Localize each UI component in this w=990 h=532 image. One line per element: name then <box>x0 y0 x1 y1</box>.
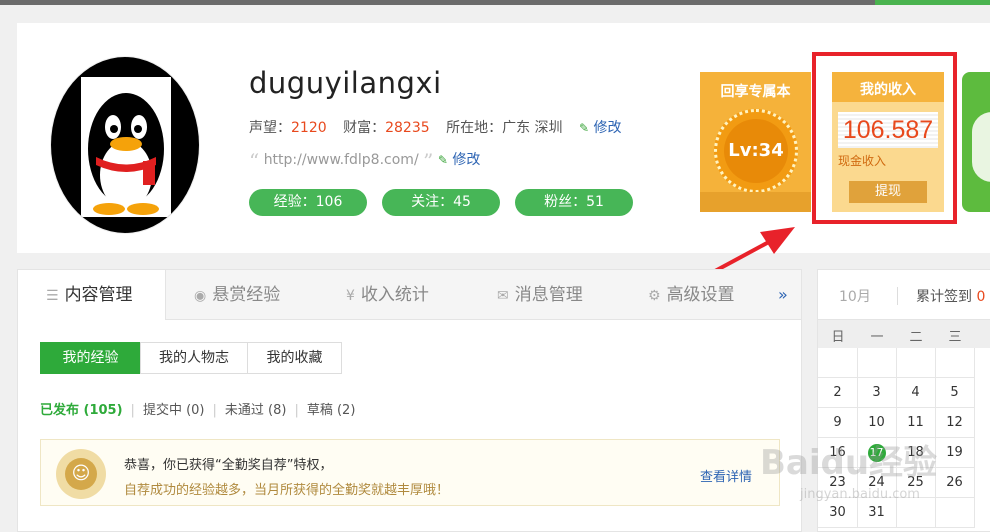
signin-total-label: 累计签到 <box>916 289 972 305</box>
level-card-title: 回享专属本 <box>720 84 791 100</box>
tab-label: 悬赏经验 <box>212 285 281 305</box>
list-icon: ☰ <box>46 288 59 304</box>
baidu-watermark: Baidu经验 <box>760 443 938 483</box>
experience-pill[interactable]: 经验：106 <box>249 189 367 216</box>
calendar-day[interactable]: 26 <box>935 468 975 498</box>
location-label: 所在地： <box>446 120 503 136</box>
person-cheer-icon: ☺ <box>65 458 97 490</box>
award-icon: ☺ <box>56 449 106 499</box>
calendar-day[interactable]: 4 <box>896 378 936 408</box>
calendar-day[interactable]: 31 <box>857 498 897 528</box>
username: duguyilangxi <box>249 66 442 100</box>
calendar-day <box>857 348 897 378</box>
level-value: Lv:34 <box>724 119 788 183</box>
income-label: 现金收入 <box>838 154 887 168</box>
tab-bounty[interactable]: ◉ 悬赏经验 <box>194 270 280 320</box>
tab-advanced-settings[interactable]: ⚙ 高级设置 <box>648 270 735 320</box>
calendar-day[interactable]: 10 <box>857 408 897 438</box>
top-bar <box>0 0 990 5</box>
calendar-header: 10月 累计签到 0 <box>818 270 990 320</box>
followers-pill[interactable]: 粉丝：51 <box>515 189 633 216</box>
calendar-day <box>896 348 936 378</box>
coin-icon: ◉ <box>194 288 207 304</box>
income-card-title: 我的收入 <box>832 72 944 102</box>
subtab-my-experience[interactable]: 我的经验 <box>40 342 141 374</box>
calendar-day[interactable]: 2 <box>818 378 858 408</box>
subtab-my-favorites[interactable]: 我的收藏 <box>247 342 342 374</box>
watermark-url: jingyan.baidu.com <box>800 487 920 502</box>
calendar-day <box>896 498 936 528</box>
partial-green-card[interactable] <box>962 72 990 212</box>
open-quote-icon: “ <box>249 149 260 173</box>
penguin-avatar-icon <box>51 57 199 233</box>
notice-subtitle: 自荐成功的经验越多，当月所获得的全勤奖就越丰厚哦！ <box>124 483 450 498</box>
content-panel: ☰ 内容管理 ◉ 悬赏经验 ¥ 收入统计 ✉ 消息管理 ⚙ 高级设置 » 我的经验 我的人… <box>17 269 802 532</box>
weekday-label: 日 <box>831 330 845 345</box>
green-card-badge <box>972 112 990 182</box>
wealth-value: 28235 <box>385 120 430 136</box>
calendar-day <box>818 348 858 378</box>
signin-total-value: 0 <box>976 289 986 305</box>
tab-messages[interactable]: ✉ 消息管理 <box>497 270 583 320</box>
profile-stats: 声望：2120 财富：28235 所在地：广东 深圳 ✎ 修改 <box>249 117 622 137</box>
filter-submitting[interactable]: 提交中 (0) <box>143 403 205 418</box>
calendar-month[interactable]: 10月 <box>839 286 871 306</box>
tab-income-stats[interactable]: ¥ 收入统计 <box>346 270 429 320</box>
calendar-day[interactable]: 5 <box>935 378 975 408</box>
calendar-day[interactable]: 3 <box>857 378 897 408</box>
notice-box: ☺ 恭喜，你已获得“全勤奖自荐”特权， 自荐成功的经验越多，当月所获得的全勤奖就… <box>40 439 780 506</box>
income-card: 我的收入 106.587 现金收入 提现 <box>832 72 944 212</box>
tab-content-management[interactable]: ☰ 内容管理 <box>18 270 166 320</box>
tab-label: 消息管理 <box>514 285 583 305</box>
filter-published[interactable]: 已发布 (105) <box>40 403 123 418</box>
calendar-day <box>935 498 975 528</box>
calendar-day[interactable]: 9 <box>818 408 858 438</box>
calendar-day[interactable]: 12 <box>935 408 975 438</box>
yen-icon: ¥ <box>346 288 355 304</box>
pencil-icon: ✎ <box>437 153 448 167</box>
reputation-value: 2120 <box>291 120 327 136</box>
wealth-label: 财富： <box>343 120 386 136</box>
tab-label: 高级设置 <box>666 285 735 305</box>
filter-rejected[interactable]: 未通过 (8) <box>225 403 287 418</box>
tab-bar: ☰ 内容管理 ◉ 悬赏经验 ¥ 收入统计 ✉ 消息管理 ⚙ 高级设置 » <box>18 270 801 320</box>
top-bar-accent <box>875 0 990 5</box>
income-amount: 106.587 <box>838 112 938 148</box>
view-details-link[interactable]: 查看详情 <box>700 466 752 485</box>
tab-label: 收入统计 <box>360 285 429 305</box>
weekday-label: 三 <box>948 330 962 345</box>
calendar-day[interactable]: 11 <box>896 408 936 438</box>
profile-url-line: “ http://www.fdlp8.com/ ” ✎ 修改 <box>249 149 480 173</box>
gear-icon: ⚙ <box>648 288 661 304</box>
withdraw-button[interactable]: 提现 <box>849 181 927 203</box>
mail-icon: ✉ <box>497 288 509 304</box>
signin-total: 累计签到 0 <box>916 286 985 306</box>
calendar-day[interactable]: 19 <box>935 438 975 468</box>
following-pill[interactable]: 关注：45 <box>382 189 500 216</box>
calendar-divider <box>897 287 898 305</box>
edit-url-link[interactable]: 修改 <box>452 152 480 168</box>
weekday-label: 二 <box>909 330 923 345</box>
level-ribbon <box>700 192 811 212</box>
reputation-label: 声望： <box>249 120 291 136</box>
weekday-label: 一 <box>870 330 884 345</box>
avatar[interactable] <box>50 56 200 234</box>
level-badge: Lv:34 <box>714 109 798 193</box>
location-value: 广东 深圳 <box>502 120 563 136</box>
subtab-my-profile[interactable]: 我的人物志 <box>140 342 248 374</box>
notice-title: 恭喜，你已获得“全勤奖自荐”特权， <box>124 458 333 473</box>
calendar-day[interactable]: 30 <box>818 498 858 528</box>
calendar-weekdays: 日 一 二 三 <box>818 320 990 348</box>
level-card[interactable]: 回享专属本 Lv:34 <box>700 72 811 212</box>
pencil-icon: ✎ <box>579 121 590 135</box>
tab-label: 内容管理 <box>64 285 133 305</box>
close-quote-icon: ” <box>423 149 434 173</box>
profile-url: http://www.fdlp8.com/ <box>263 152 419 168</box>
more-tabs-button[interactable]: » <box>778 270 788 320</box>
calendar-day <box>935 348 975 378</box>
status-filter-row: 已发布 (105) | 提交中 (0) | 未通过 (8) | 草稿 (2) <box>40 403 356 418</box>
filter-drafts[interactable]: 草稿 (2) <box>307 403 356 418</box>
edit-location-link[interactable]: 修改 <box>594 120 622 136</box>
